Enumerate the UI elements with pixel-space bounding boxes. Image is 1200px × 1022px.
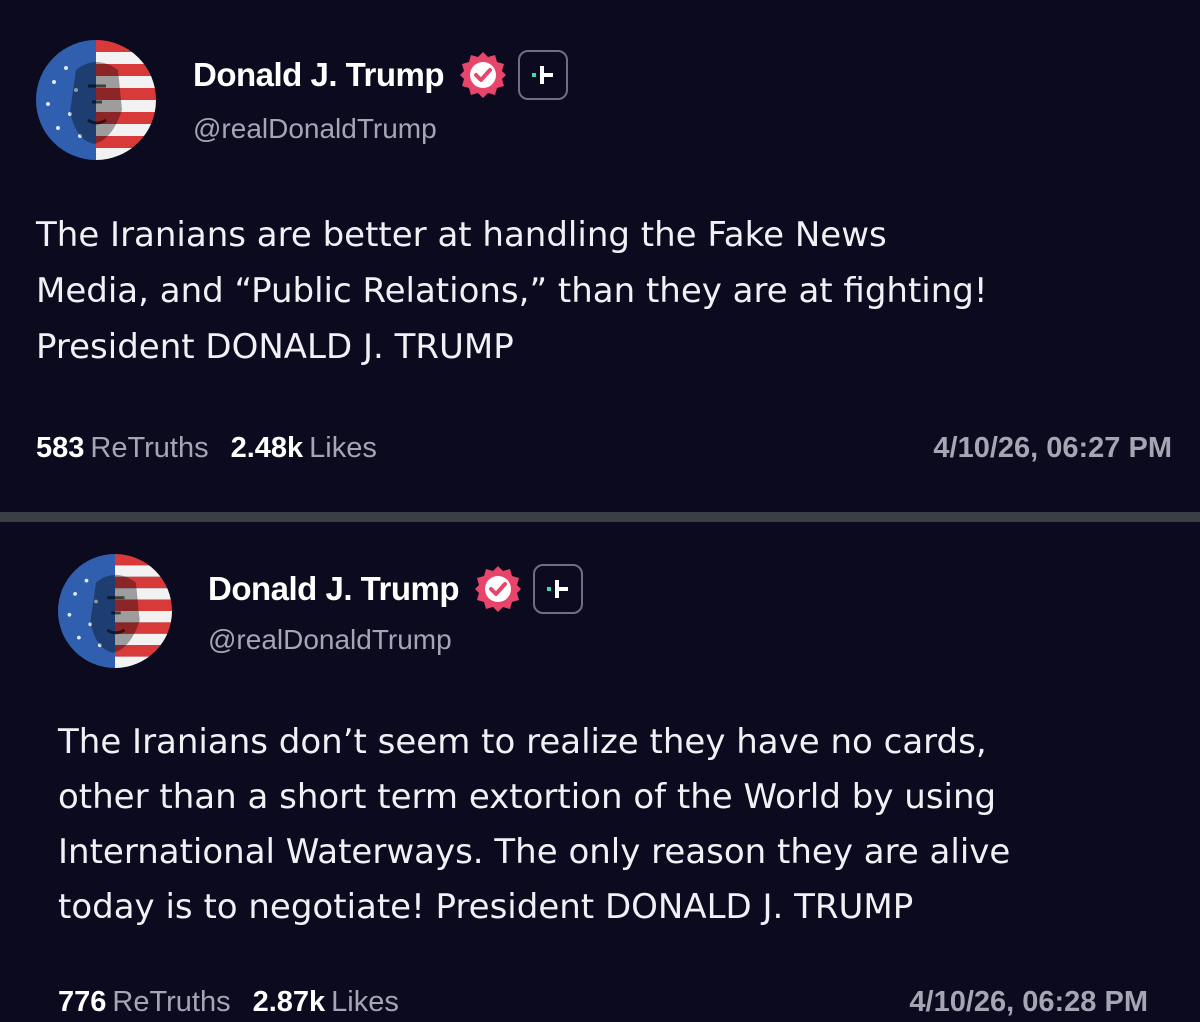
timestamp[interactable]: 4/10/26, 06:27 PM — [933, 432, 1172, 465]
handle[interactable]: @realDonaldTrump — [208, 624, 452, 656]
post-text: The Iranians are better at handling the … — [36, 215, 988, 367]
likes-count: 2.48k — [230, 432, 304, 464]
verified-badge-icon — [458, 50, 508, 100]
likes-stat[interactable]: 2.87k Likes — [253, 986, 399, 1019]
display-name[interactable]: Donald J. Trump — [208, 570, 460, 608]
post-text: The Iranians don’t seem to realize they … — [58, 722, 1011, 927]
name-row: Donald J. Trump — [193, 50, 569, 100]
handle[interactable]: @realDonaldTrump — [193, 113, 437, 145]
likes-count: 2.87k — [252, 986, 326, 1018]
avatar[interactable] — [58, 554, 172, 668]
post-card[interactable]: Donald J. Trump @realDonaldTrump The Ira… — [0, 522, 1200, 1022]
post-stats: 776 ReTruths 2.87k Likes — [58, 986, 399, 1019]
retruths-stat[interactable]: 583 ReTruths — [36, 432, 209, 465]
retruths-label: ReTruths — [112, 986, 231, 1018]
retruths-stat[interactable]: 776 ReTruths — [58, 986, 231, 1019]
verified-badge-icon — [473, 564, 523, 614]
truth-plus-icon — [533, 564, 584, 614]
post-stats: 583 ReTruths 2.48k Likes — [36, 432, 377, 465]
avatar[interactable] — [36, 40, 156, 160]
timestamp[interactable]: 4/10/26, 06:28 PM — [909, 986, 1148, 1019]
display-name[interactable]: Donald J. Trump — [193, 56, 445, 94]
truth-plus-icon — [518, 50, 569, 100]
likes-label: Likes — [331, 986, 399, 1018]
likes-stat[interactable]: 2.48k Likes — [231, 432, 377, 465]
likes-label: Likes — [309, 432, 377, 464]
retruths-label: ReTruths — [90, 432, 209, 464]
post-card[interactable]: Donald J. Trump @realDonaldTrump The Ira… — [0, 0, 1200, 512]
retruths-count: 776 — [58, 986, 107, 1018]
name-row: Donald J. Trump — [208, 564, 584, 614]
post-divider — [0, 512, 1200, 522]
retruths-count: 583 — [36, 432, 85, 464]
